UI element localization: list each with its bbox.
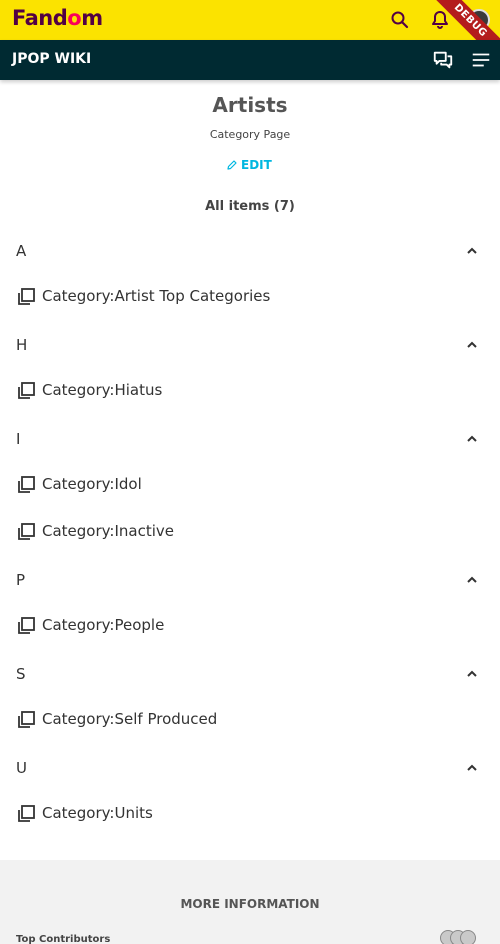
group-letter: A bbox=[16, 242, 27, 260]
list-item[interactable]: Category:Self Produced bbox=[0, 697, 500, 744]
list-item-label: Category:Hiatus bbox=[42, 381, 163, 399]
fandom-logo[interactable]: Fandom bbox=[12, 6, 103, 30]
list-item[interactable]: Category:Units bbox=[0, 791, 500, 838]
category-list: A Category:Artist Top Categories H Categ… bbox=[0, 227, 500, 838]
chevron-up-icon[interactable] bbox=[464, 337, 480, 353]
category-icon bbox=[18, 476, 35, 493]
list-item-label: Category:People bbox=[42, 616, 165, 634]
letter-group-header[interactable]: S bbox=[0, 650, 500, 697]
page-title: Artists bbox=[212, 93, 288, 117]
footer: MORE INFORMATION Top Contributors bbox=[0, 860, 500, 944]
chevron-up-icon[interactable] bbox=[464, 431, 480, 447]
page-subtitle: Category Page bbox=[209, 128, 291, 141]
category-icon bbox=[18, 382, 35, 399]
list-item-label: Category:Self Produced bbox=[42, 710, 218, 728]
list-item-label: Category:Units bbox=[42, 804, 153, 822]
group-letter: I bbox=[16, 430, 21, 448]
avatar[interactable] bbox=[460, 930, 476, 944]
list-item[interactable]: Category:Artist Top Categories bbox=[0, 274, 500, 321]
letter-group-header[interactable]: H bbox=[0, 321, 500, 368]
pencil-icon bbox=[227, 160, 237, 170]
list-item-label: Category:Inactive bbox=[42, 522, 175, 540]
menu-icon[interactable] bbox=[470, 49, 492, 71]
search-icon[interactable] bbox=[388, 8, 412, 32]
category-icon bbox=[18, 288, 35, 305]
category-icon bbox=[18, 805, 35, 822]
discussions-icon[interactable] bbox=[432, 49, 454, 71]
list-item[interactable]: Category:Idol bbox=[0, 462, 500, 509]
list-item[interactable]: Category:Inactive bbox=[0, 509, 500, 556]
letter-group-header[interactable]: A bbox=[0, 227, 500, 274]
community-header: JPOP WIKI bbox=[0, 40, 500, 80]
more-information-heading: MORE INFORMATION bbox=[180, 897, 320, 911]
list-item-label: Category:Artist Top Categories bbox=[42, 287, 271, 305]
top-contributors-label: Top Contributors bbox=[16, 934, 111, 944]
edit-button[interactable]: EDIT bbox=[226, 156, 272, 174]
letter-group-header[interactable]: P bbox=[0, 556, 500, 603]
list-item[interactable]: Category:People bbox=[0, 603, 500, 650]
group-letter: P bbox=[16, 571, 26, 589]
category-icon bbox=[18, 711, 35, 728]
list-item-label: Category:Idol bbox=[42, 475, 142, 493]
contributor-avatars[interactable] bbox=[440, 930, 486, 944]
letter-group-header[interactable]: U bbox=[0, 744, 500, 791]
chevron-up-icon[interactable] bbox=[464, 243, 480, 259]
all-items-count: All items (7) bbox=[205, 199, 295, 214]
category-icon bbox=[18, 617, 35, 634]
group-letter: U bbox=[16, 759, 27, 777]
fandom-global-nav: Fandom DEBUG bbox=[0, 0, 500, 40]
wiki-name[interactable]: JPOP WIKI bbox=[12, 51, 91, 67]
category-icon bbox=[18, 523, 35, 540]
list-item[interactable]: Category:Hiatus bbox=[0, 368, 500, 415]
group-letter: S bbox=[16, 665, 26, 683]
letter-group-header[interactable]: I bbox=[0, 415, 500, 462]
edit-label: EDIT bbox=[241, 158, 272, 172]
chevron-up-icon[interactable] bbox=[464, 572, 480, 588]
chevron-up-icon[interactable] bbox=[464, 666, 480, 682]
group-letter: H bbox=[16, 336, 28, 354]
chevron-up-icon[interactable] bbox=[464, 760, 480, 776]
